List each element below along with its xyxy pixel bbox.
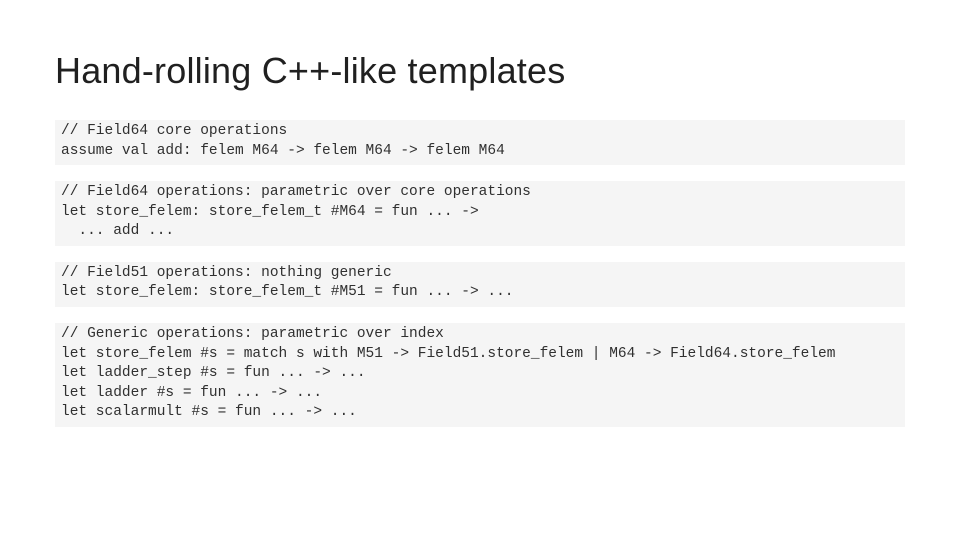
code-block-generic-ops: // Generic operations: parametric over i… <box>55 323 905 427</box>
slide: Hand-rolling C++-like templates // Field… <box>0 0 960 540</box>
slide-title: Hand-rolling C++-like templates <box>55 50 905 92</box>
code-block-field64-ops: // Field64 operations: parametric over c… <box>55 181 905 246</box>
code-block-field51-ops: // Field51 operations: nothing generic l… <box>55 262 905 307</box>
code-block-field64-core: // Field64 core operations assume val ad… <box>55 120 905 165</box>
